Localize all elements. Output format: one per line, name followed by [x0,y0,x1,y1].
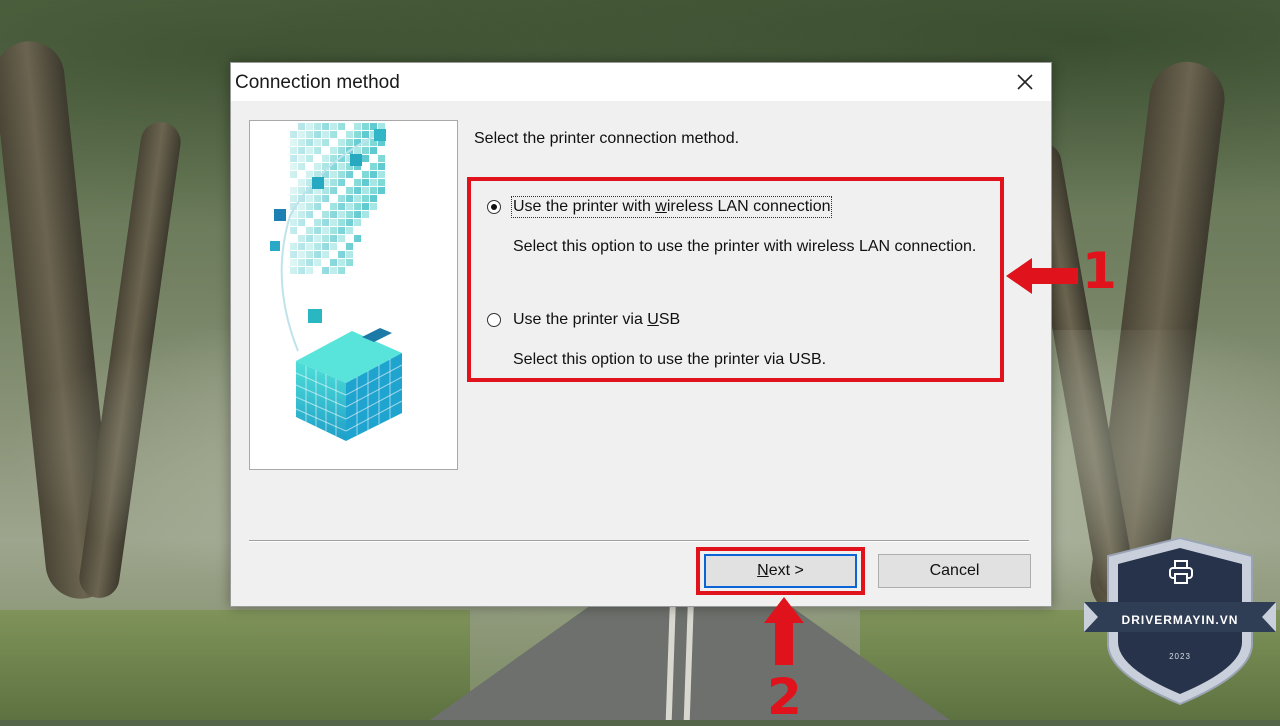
close-button[interactable] [999,63,1051,101]
printer-icon [1169,560,1193,584]
step-2-label: 2 [767,668,802,726]
arrow-left-icon [1006,258,1078,294]
options-highlight-box [467,177,1004,382]
instruction-text: Select the printer connection method. [474,130,740,147]
cancel-button[interactable]: Cancel [878,554,1031,588]
dialog-title: Connection method [235,72,400,93]
cube-graphic [250,121,457,469]
grass-left [0,610,470,720]
cube-illustration [249,120,458,470]
drivermayin-badge: DRIVERMAYIN.VN 2023 [1084,534,1276,706]
badge-site-name: DRIVERMAYIN.VN [1121,613,1239,627]
badge-year: 2023 [1169,652,1191,661]
next-button-highlight-box [696,547,865,595]
step-1-label: 1 [1082,242,1117,300]
title-bar: Connection method [231,63,1051,101]
footer-separator [249,540,1029,542]
close-icon [1017,74,1033,90]
arrow-up-icon [764,597,804,665]
